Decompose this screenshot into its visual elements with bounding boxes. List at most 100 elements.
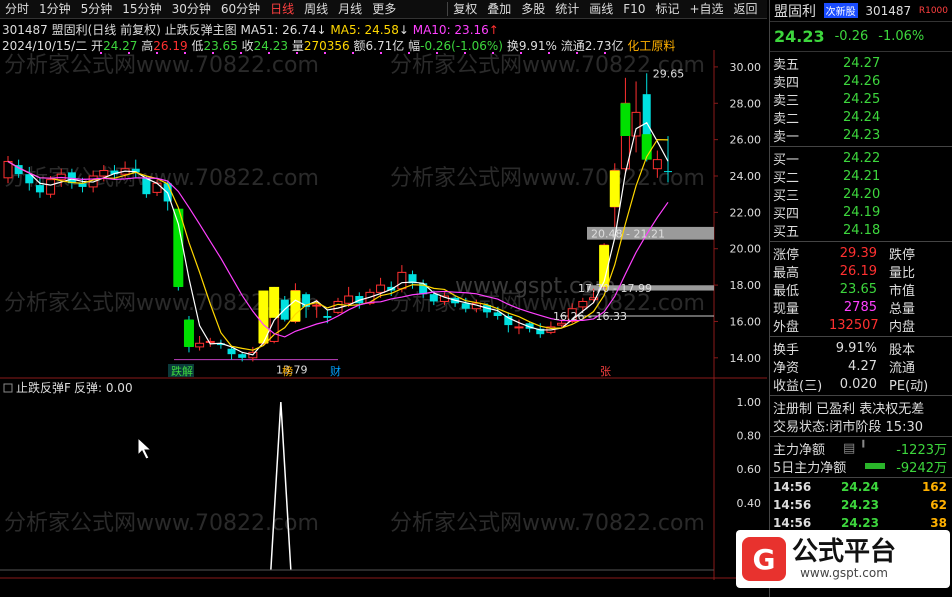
ma51-label: MA51: 26.74 — [240, 23, 317, 37]
fund-row-main[interactable]: 主力净额 ▤ ╹ -1223万 — [770, 439, 952, 458]
fund-row-5day[interactable]: 5日主力净额 -9242万 — [770, 457, 952, 476]
asks-price: 24.27 — [843, 55, 881, 71]
asks-price: 24.23 — [843, 127, 881, 143]
candle-body — [312, 304, 322, 307]
y-tick-label: 22.00 — [730, 206, 762, 219]
toolbar-period-7[interactable]: 周线 — [299, 0, 333, 19]
bids-price: 24.18 — [843, 222, 881, 238]
gspt-logo: G 公式平台 www.gspt.com — [736, 530, 950, 588]
ma5-label: MA5: 24.58 — [330, 23, 399, 37]
asks-level-label: 卖一 — [773, 129, 800, 145]
signal-dot — [492, 52, 494, 54]
candle-body — [323, 316, 332, 318]
signal-dot — [296, 52, 298, 54]
stat-row: 涨停 29.39 跌停 — [770, 244, 952, 263]
stat-label-2: 市值 — [889, 283, 916, 299]
asks-row[interactable]: 卖三 24.25 — [770, 90, 952, 109]
rz-badge: R1000 — [919, 6, 948, 16]
y-tick-label: 30.00 — [730, 61, 762, 74]
asks-row[interactable]: 卖五 24.27 — [770, 54, 952, 73]
asks-row[interactable]: 卖二 24.24 — [770, 108, 952, 127]
kline-chart[interactable]: 分析家公式网www.70822.com 分析家公式网www.70822.com 分析… — [0, 50, 767, 580]
toolbar-action-0[interactable]: 复权 — [448, 0, 482, 19]
signal-dot — [408, 52, 410, 54]
zone-label-3: 16.26 - 16.33 — [553, 310, 627, 323]
ma5-arrow: ↓ — [398, 23, 409, 37]
stat-value: 132507 — [829, 317, 879, 333]
five-day-fund-value: -9242万 — [896, 460, 947, 476]
bids-price: 24.22 — [843, 150, 881, 166]
stat-label-2: 流通 — [889, 360, 916, 376]
tick-volume: 62 — [930, 498, 947, 512]
toolbar-action-4[interactable]: 画线 — [584, 0, 618, 19]
signal-dot — [128, 52, 130, 54]
asks-row[interactable]: 卖一 24.23 — [770, 126, 952, 145]
toolbar-action-6[interactable]: 标记 — [650, 0, 684, 19]
trade-status-label: 交易状态: — [773, 419, 830, 435]
sub-tick-label: 0.80 — [737, 430, 762, 443]
marker-diejie: 跌解 — [171, 364, 193, 378]
bids-row[interactable]: 买四 24.19 — [770, 203, 952, 222]
y-tick-label: 26.00 — [730, 134, 762, 147]
toolbar-period-0[interactable]: 分时 — [0, 0, 34, 19]
sub-panel-title: 止跌反弹F — [16, 380, 71, 395]
toolbar-action-3[interactable]: 统计 — [550, 0, 584, 19]
quote-panel: 盟固利 次新股 301487 R1000 24.23 -0.26 -1.06% … — [769, 0, 952, 597]
y-tick-label: 28.00 — [730, 97, 762, 110]
tick-price: 24.23 — [841, 498, 879, 512]
stat-label: 换手 — [773, 342, 800, 358]
toolbar-period-2[interactable]: 5分钟 — [76, 0, 118, 19]
toolbar-period-4[interactable]: 30分钟 — [167, 0, 216, 19]
bids-row[interactable]: 买二 24.21 — [770, 167, 952, 186]
toolbar-period-3[interactable]: 15分钟 — [117, 0, 166, 19]
main-fund-label: 主力净额 — [773, 442, 826, 458]
stats-block: 涨停 29.39 跌停 最高 26.19 量比 最低 23.65 市值 现量 2785 总量 外盘 132… — [770, 242, 952, 337]
bids-row[interactable]: 买五 24.18 — [770, 221, 952, 240]
signal-dot — [184, 52, 186, 54]
toolbar-period-8[interactable]: 月线 — [333, 0, 367, 19]
tick-volume: 38 — [930, 516, 947, 530]
candle-body — [514, 326, 524, 329]
fund-bar — [865, 463, 885, 469]
toolbar-action-2[interactable]: 多股 — [516, 0, 550, 19]
logo-title: 公式平台 — [792, 537, 897, 567]
stat-label: 最高 — [773, 265, 800, 281]
toolbar-action-7[interactable]: +自选 — [684, 0, 728, 19]
signal-dot — [548, 52, 550, 54]
signal-bar-down — [620, 103, 631, 136]
marker-bang: 榜 — [282, 364, 293, 378]
ma51-arrow: ↓ — [316, 23, 327, 37]
stat-label: 最低 — [773, 283, 800, 299]
indicator-name[interactable]: 止跌反弹主图 — [165, 23, 237, 37]
tick-row: 14:56 24.23 62 — [770, 496, 952, 514]
signal-dot — [352, 52, 354, 54]
info-flags: 注册制 已盈利 表决权无差 — [773, 401, 925, 417]
toolbar-period-9[interactable]: 更多 — [367, 0, 401, 19]
candle-body — [238, 354, 247, 358]
toolbar-period-6[interactable]: 日线 — [265, 0, 299, 19]
bids-row[interactable]: 买一 24.22 — [770, 149, 952, 168]
stat-label: 涨停 — [773, 247, 800, 263]
stat-value: 2785 — [843, 299, 877, 315]
watermark-text: 分析家公式网www.70822.com — [4, 511, 319, 536]
candle-body — [461, 303, 470, 309]
toolbar-period-1[interactable]: 1分钟 — [34, 0, 76, 19]
candle-body — [631, 111, 641, 137]
price-change-pct: -1.06% — [878, 29, 925, 44]
ma10-label: MA10: 23.16 — [412, 23, 489, 37]
stock-title: 301487 盟固利(日线 前复权) — [2, 23, 161, 37]
candle-body — [578, 300, 588, 308]
asks-row[interactable]: 卖四 24.26 — [770, 72, 952, 91]
toolbar-action-1[interactable]: 叠加 — [482, 0, 516, 19]
rz-num: 1000 — [925, 5, 948, 16]
main-fund-value: -1223万 — [896, 442, 947, 458]
toolbar-action-5[interactable]: F10 — [618, 0, 650, 19]
sub-tick-label: 0.40 — [737, 497, 762, 510]
toolbar-period-5[interactable]: 60分钟 — [216, 0, 265, 19]
candle-body — [195, 342, 205, 348]
stat-row: 现量 2785 总量 — [770, 298, 952, 317]
candle-body — [344, 295, 354, 304]
toolbar-action-8[interactable]: 返回 — [729, 0, 763, 19]
bids-row[interactable]: 买三 24.20 — [770, 185, 952, 204]
signal-dot — [380, 52, 382, 54]
